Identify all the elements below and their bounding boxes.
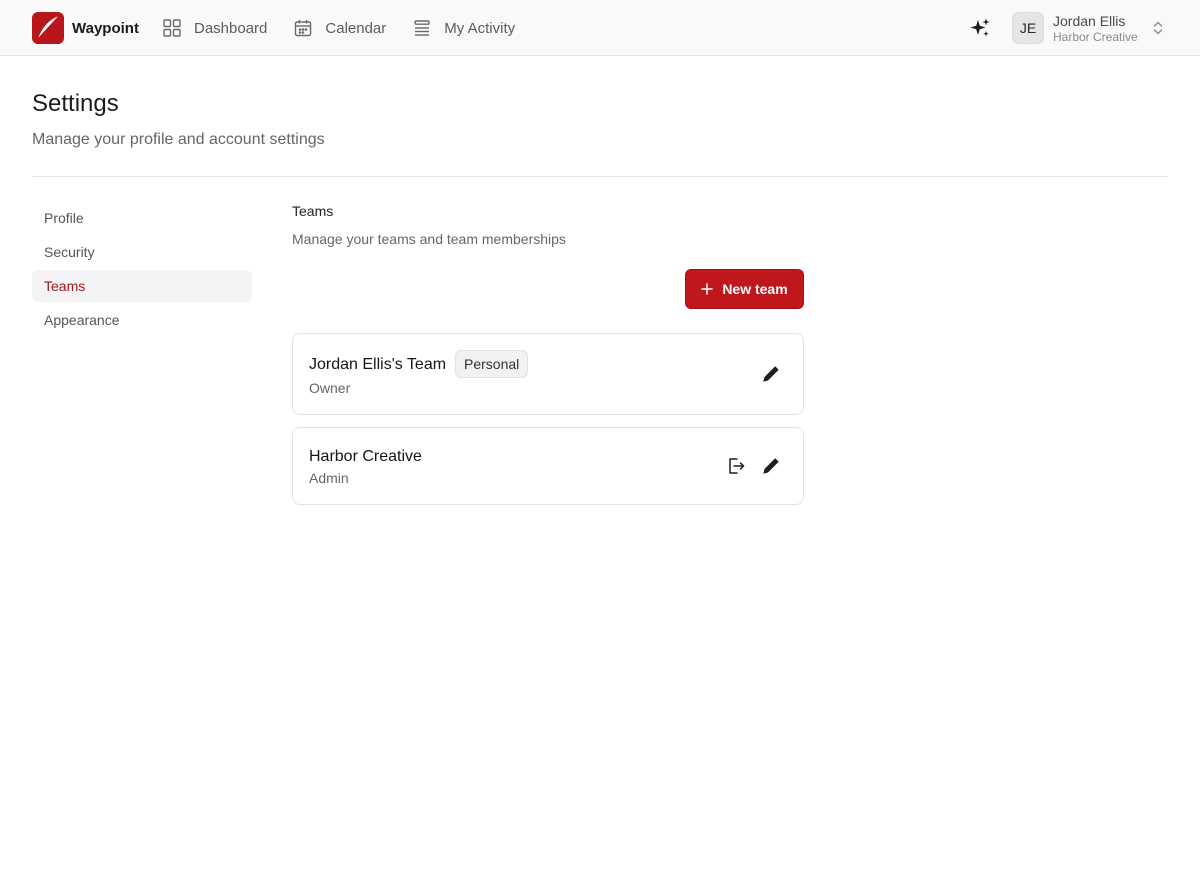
page-title: Settings	[32, 90, 119, 117]
new-team-button[interactable]: New team	[685, 269, 804, 309]
chevron-up-down-icon	[1153, 21, 1163, 35]
plus-icon	[701, 283, 714, 295]
list-icon	[414, 20, 430, 36]
nav-dashboard-label: Dashboard	[194, 19, 268, 37]
nav-dashboard[interactable]: Dashboard	[162, 18, 267, 38]
pencil-icon	[763, 458, 779, 474]
edit-team-button[interactable]	[759, 454, 783, 478]
team-name: Jordan Ellis's Team	[309, 356, 447, 373]
settings-menu: Profile Security Teams Appearance	[32, 202, 252, 338]
account-org: Harbor Creative	[1053, 29, 1138, 44]
menu-item-teams[interactable]: Teams	[32, 270, 252, 302]
team-card: Jordan Ellis's Team Personal Owner	[292, 333, 804, 415]
sparkles-icon[interactable]	[968, 16, 992, 40]
team-card: Harbor Creative Admin	[292, 427, 804, 505]
page-subtitle: Manage your profile and account settings	[32, 131, 325, 148]
log-out-icon	[729, 458, 745, 474]
quill-icon	[32, 12, 64, 44]
avatar: JE	[1012, 12, 1044, 44]
nav-my-activity-label: My Activity	[444, 19, 516, 37]
account-switcher[interactable]: JE Jordan Ellis Harbor Creative	[1012, 11, 1168, 45]
account-name: Jordan Ellis	[1053, 12, 1126, 29]
personal-badge: Personal	[455, 350, 529, 378]
edit-team-button[interactable]	[759, 362, 783, 386]
menu-item-profile[interactable]: Profile	[32, 202, 252, 234]
header-divider	[32, 176, 1168, 177]
calendar-icon	[295, 20, 312, 37]
nav-calendar-label: Calendar	[325, 19, 387, 37]
nav-my-activity[interactable]: My Activity	[412, 18, 515, 38]
new-team-label: New team	[722, 281, 788, 297]
team-name: Harbor Creative	[309, 448, 422, 465]
team-role: Owner	[309, 380, 351, 396]
pencil-icon	[763, 366, 779, 382]
main-nav: Dashboard Calendar My Activity	[162, 14, 541, 42]
brand-link[interactable]: Waypoint	[32, 11, 139, 45]
section-subtitle: Manage your teams and team memberships	[292, 231, 566, 247]
section-title: Teams	[292, 203, 334, 219]
menu-item-appearance[interactable]: Appearance	[32, 304, 252, 336]
nav-calendar[interactable]: Calendar	[293, 18, 386, 38]
app-name: Waypoint	[72, 19, 139, 37]
top-bar: Waypoint Dashboard Calendar My Activity …	[0, 0, 1200, 56]
team-role: Admin	[309, 470, 349, 486]
grid-icon	[163, 19, 181, 37]
menu-item-security[interactable]: Security	[32, 236, 252, 268]
leave-team-button[interactable]	[724, 454, 748, 478]
